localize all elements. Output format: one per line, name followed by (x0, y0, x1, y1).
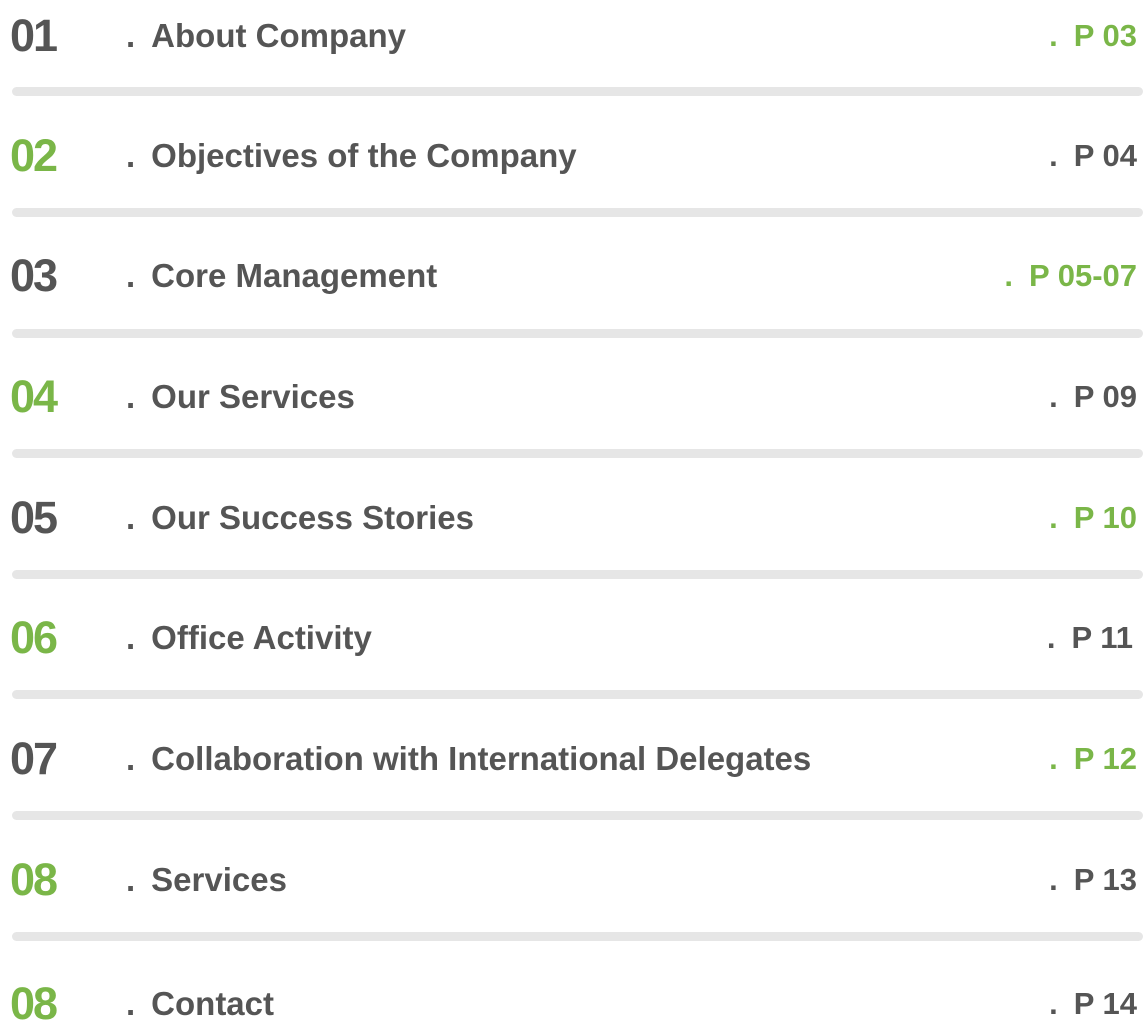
page-reference: . P 09 (1049, 357, 1137, 437)
page-reference: . P 14 (1049, 964, 1137, 1025)
page-number: P 09 (1073, 379, 1137, 414)
separator-dot: . (1049, 138, 1058, 173)
separator-dot: . (1049, 18, 1058, 53)
page-number: P 11 (1071, 620, 1133, 655)
separator-dot: . (126, 17, 136, 54)
entry-title: Contact (151, 985, 275, 1022)
page-number: P 12 (1073, 741, 1137, 776)
row-divider (12, 208, 1143, 217)
table-of-contents: 01 . About Company . P 03 02 . Objectives o… (0, 0, 1143, 1025)
separator-dot: . (126, 985, 136, 1022)
entry-title: Our Success Stories (151, 499, 474, 536)
entry-title: About Company (151, 17, 406, 54)
entry-number: 08 (10, 978, 58, 1025)
toc-entry[interactable]: 06 . Office Activity . P 11 (0, 598, 1143, 678)
entry-number: 06 (10, 612, 58, 663)
separator-dot: . (1049, 500, 1058, 535)
row-divider (12, 811, 1143, 820)
entry-number: 01 (10, 10, 58, 61)
entry-title: Our Services (151, 378, 355, 415)
separator-dot: . (1049, 862, 1058, 897)
entry-title-wrapper: . About Company (126, 0, 406, 76)
toc-entry[interactable]: 01 . About Company . P 03 (0, 0, 1143, 76)
page-number: P 14 (1073, 986, 1137, 1021)
page-reference: . P 12 (1049, 719, 1137, 799)
entry-number: 05 (10, 492, 58, 543)
toc-entry[interactable]: 03 . Core Management . P 05-07 (0, 236, 1143, 316)
separator-dot: . (126, 137, 136, 174)
entry-number: 02 (10, 130, 58, 181)
entry-title-wrapper: . Collaboration with International Delega… (126, 719, 811, 799)
page-number: P 04 (1073, 138, 1137, 173)
toc-entry[interactable]: 02 . Objectives of the Company . P 04 (0, 116, 1143, 196)
row-divider (12, 932, 1143, 941)
entry-number: 08 (10, 854, 58, 905)
separator-dot: . (1046, 620, 1056, 655)
separator-dot: . (126, 619, 136, 656)
row-divider (12, 329, 1143, 338)
entry-title-wrapper: . Our Success Stories (126, 478, 474, 558)
page-reference: . P 05-07 (1004, 236, 1137, 316)
entry-title: Office Activity (151, 619, 372, 656)
page-number: P 10 (1073, 500, 1137, 535)
toc-entry[interactable]: 08 . Contact . P 14 (0, 964, 1143, 1025)
entry-title-wrapper: . Services (126, 840, 287, 920)
separator-dot: . (1049, 741, 1058, 776)
separator-dot: . (126, 740, 136, 777)
entry-title-wrapper: . Objectives of the Company (126, 116, 577, 196)
page-reference: . P 13 (1049, 840, 1137, 920)
entry-number: 04 (10, 371, 58, 422)
entry-title-wrapper: . Contact (126, 964, 274, 1025)
separator-dot: . (1049, 379, 1058, 414)
toc-entry[interactable]: 04 . Our Services . P 09 (0, 357, 1143, 437)
entry-title-wrapper: . Core Management (126, 236, 437, 316)
row-divider (12, 690, 1143, 699)
entry-title-wrapper: . Office Activity (126, 598, 372, 678)
separator-dot: . (1004, 258, 1013, 293)
page-number: P 05-07 (1028, 258, 1137, 293)
separator-dot: . (126, 499, 136, 536)
separator-dot: . (126, 257, 136, 294)
separator-dot: . (1049, 986, 1058, 1021)
entry-title: Services (151, 861, 287, 898)
entry-title: Core Management (151, 257, 438, 294)
entry-title-wrapper: . Our Services (126, 357, 355, 437)
toc-entry[interactable]: 07 . Collaboration with International Del… (0, 719, 1143, 799)
toc-entry[interactable]: 08 . Services . P 13 (0, 840, 1143, 920)
page-number: P 13 (1073, 862, 1137, 897)
row-divider (12, 87, 1143, 96)
page-reference: . P 03 (1049, 0, 1137, 76)
page-reference: . P 10 (1049, 478, 1137, 558)
entry-title: Objectives of the Company (151, 137, 577, 174)
separator-dot: . (126, 378, 136, 415)
row-divider (12, 449, 1143, 458)
separator-dot: . (126, 861, 136, 898)
page-reference: . P 04 (1049, 116, 1137, 196)
row-divider (12, 570, 1143, 579)
entry-title: Collaboration with International Delegat… (151, 740, 812, 777)
entry-number: 03 (10, 250, 58, 301)
toc-entry[interactable]: 05 . Our Success Stories . P 10 (0, 478, 1143, 558)
page-number: P 03 (1073, 18, 1137, 53)
entry-number: 07 (10, 733, 58, 784)
page-reference: . P 11 (1047, 598, 1133, 678)
